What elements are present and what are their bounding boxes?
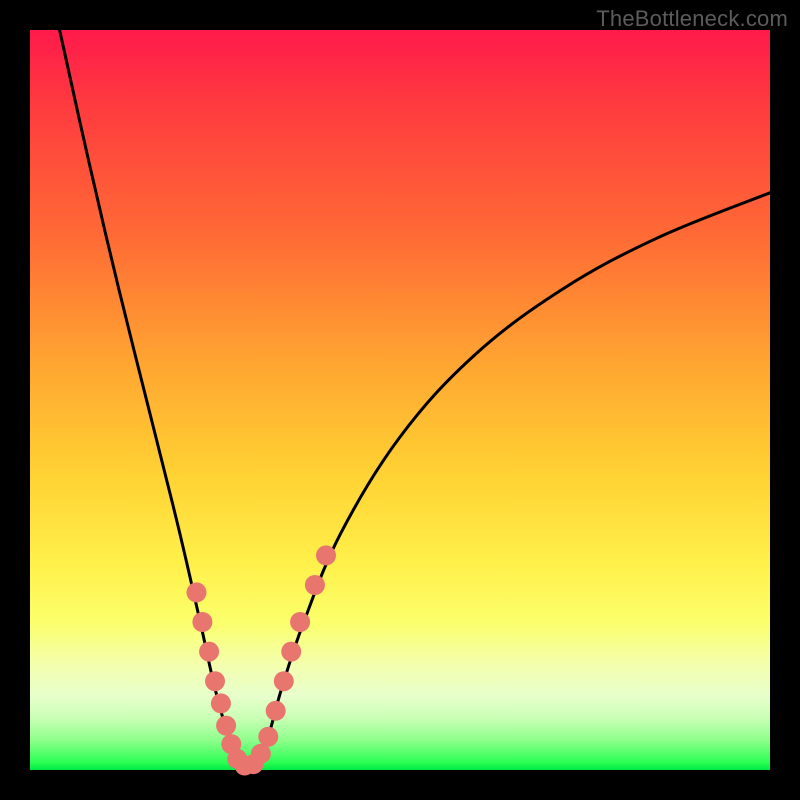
data-marker [290,612,310,632]
data-marker [274,671,294,691]
data-marker [266,701,286,721]
data-marker [187,582,207,602]
marker-group [187,545,337,775]
data-marker [192,612,212,632]
chart-svg [30,30,770,770]
data-marker [199,642,219,662]
data-marker [258,727,278,747]
data-marker [211,693,231,713]
chart-frame: TheBottleneck.com [0,0,800,800]
data-marker [251,744,271,764]
data-marker [305,575,325,595]
data-marker [205,671,225,691]
data-marker [216,716,236,736]
plot-area [30,30,770,770]
watermark-text: TheBottleneck.com [596,6,788,32]
data-marker [281,642,301,662]
data-marker [316,545,336,565]
bottleneck-curve [60,30,770,770]
